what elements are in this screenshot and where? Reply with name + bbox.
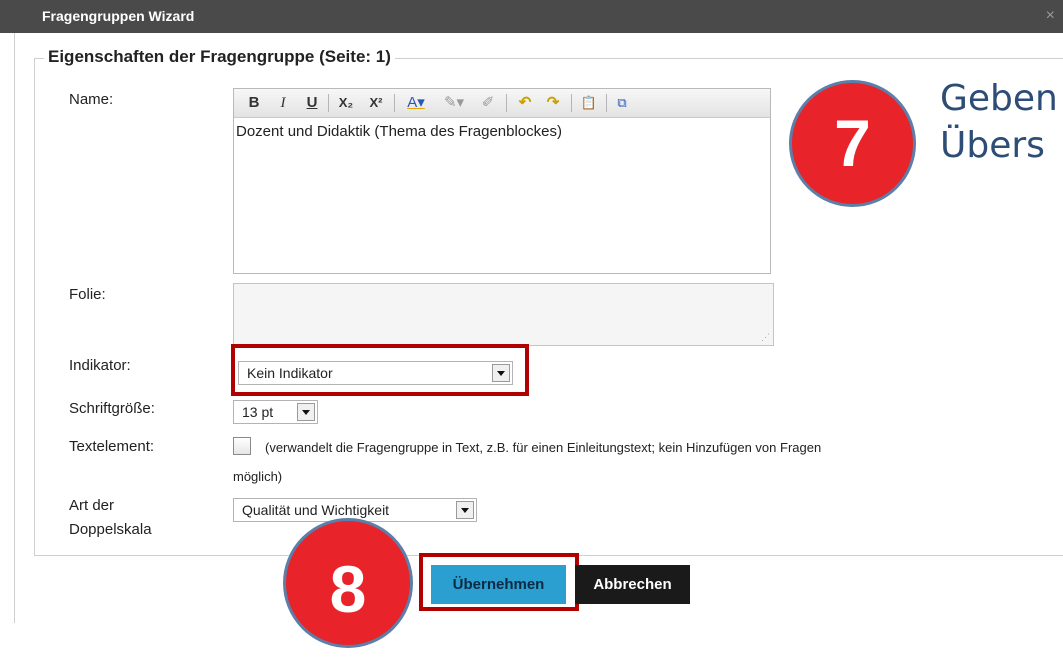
instruction-text-line-2: Übers — [940, 125, 1045, 166]
name-rich-text-editor[interactable]: B I U X₂ X² A▾ ✎▾ ✐ ↶ ↷ 📋 ⧉ Dozent und D… — [233, 88, 771, 274]
doppelskala-label-continued: Doppelskala — [69, 521, 152, 538]
indikator-select[interactable]: Kein Indikator — [238, 361, 513, 385]
instruction-text-line-1: Geben — [940, 78, 1058, 119]
textelement-description: (verwandelt die Fragengruppe in Text, z.… — [265, 440, 822, 455]
paste-icon[interactable]: 📋 — [579, 92, 599, 114]
chevron-down-icon[interactable] — [297, 403, 315, 421]
schriftgroesse-select[interactable]: 13 pt — [233, 400, 318, 424]
italic-icon[interactable]: I — [275, 92, 291, 114]
dialog-left-border — [14, 33, 15, 623]
editor-toolbar: B I U X₂ X² A▾ ✎▾ ✐ ↶ ↷ 📋 ⧉ — [234, 89, 770, 118]
doppelskala-label: Art der — [69, 497, 115, 514]
textelement-description-continued: möglich) — [233, 469, 283, 484]
subscript-icon[interactable]: X₂ — [334, 92, 358, 114]
step-7-badge: 7 — [789, 80, 916, 207]
folie-label: Folie: — [69, 286, 106, 303]
underline-icon[interactable]: U — [304, 92, 320, 114]
close-icon[interactable]: × — [1046, 7, 1055, 25]
schriftgroesse-label: Schriftgröße: — [69, 400, 155, 417]
textelement-checkbox[interactable] — [233, 437, 251, 455]
superscript-icon[interactable]: X² — [364, 92, 388, 114]
name-label: Name: — [69, 91, 114, 108]
indikator-label: Indikator: — [69, 357, 131, 374]
source-icon[interactable]: ⧉ — [612, 92, 632, 114]
indikator-select-value: Kein Indikator — [247, 365, 333, 381]
bold-icon[interactable]: B — [246, 92, 262, 114]
eraser-icon[interactable]: ✐ — [477, 92, 499, 114]
schriftgroesse-select-value: 13 pt — [242, 404, 274, 420]
chevron-down-icon[interactable] — [456, 501, 474, 519]
toolbar-separator — [506, 94, 507, 112]
font-color-icon[interactable]: A▾ — [401, 92, 431, 114]
toolbar-separator — [394, 94, 395, 112]
apply-button[interactable]: Übernehmen — [431, 565, 566, 604]
doppelskala-select-value: Qualität und Wichtigkeit — [242, 502, 390, 518]
undo-icon[interactable]: ↶ — [514, 92, 536, 114]
redo-icon[interactable]: ↷ — [542, 92, 564, 114]
highlight-icon[interactable]: ✎▾ — [439, 92, 469, 114]
name-editor-content[interactable]: Dozent und Didaktik (Thema des Fragenblo… — [236, 123, 562, 140]
step-8-badge: 8 — [283, 518, 413, 648]
chevron-down-icon[interactable] — [492, 364, 510, 382]
toolbar-separator — [328, 94, 329, 112]
toolbar-separator — [606, 94, 607, 112]
folie-textarea[interactable]: ⋰ — [233, 283, 774, 346]
dialog-titlebar: Fragengruppen Wizard × — [0, 0, 1063, 33]
resize-grip-icon[interactable]: ⋰ — [761, 332, 770, 343]
toolbar-separator — [571, 94, 572, 112]
fieldset-legend: Eigenschaften der Fragengruppe (Seite: 1… — [44, 47, 395, 67]
cancel-button[interactable]: Abbrechen — [575, 565, 690, 604]
textelement-label: Textelement: — [69, 438, 155, 455]
dialog-title: Fragengruppen Wizard — [42, 8, 195, 24]
